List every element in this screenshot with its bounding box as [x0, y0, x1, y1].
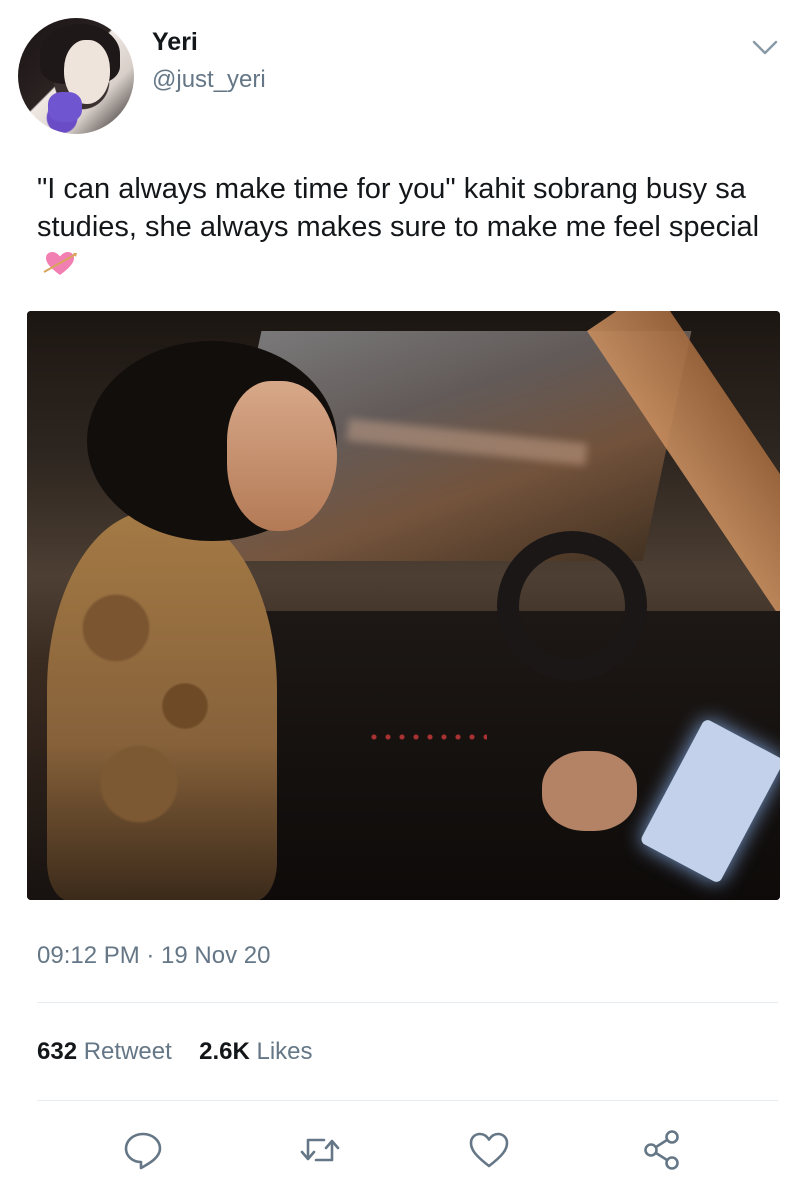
like-label[interactable]: Likes — [256, 1038, 312, 1065]
tweet-video[interactable] — [27, 311, 780, 900]
retweet-icon — [300, 1138, 340, 1162]
author-handle[interactable]: @just_yeri — [152, 66, 266, 94]
share-icon — [644, 1130, 679, 1170]
reply-button[interactable] — [119, 1126, 167, 1174]
divider — [37, 1100, 778, 1101]
chevron-down-icon[interactable] — [750, 32, 780, 62]
like-count[interactable]: 2.6K — [199, 1038, 250, 1065]
tweet-header: Yeri @just_yeri — [18, 18, 788, 138]
like-button[interactable] — [465, 1126, 513, 1174]
share-button[interactable] — [638, 1126, 686, 1174]
tweet-timestamp[interactable]: 09:12 PM · 19 Nov 20 — [37, 942, 270, 970]
comment-icon — [124, 1132, 162, 1170]
tweet-text: "I can always make time for you" kahit s… — [37, 170, 777, 284]
author-avatar[interactable] — [18, 18, 134, 134]
retweet-button[interactable] — [296, 1126, 344, 1174]
action-bar — [0, 1126, 806, 1186]
heart-with-arrow-icon — [43, 250, 77, 278]
tweet-body: "I can always make time for you" kahit s… — [37, 173, 760, 243]
video-dash-lights — [367, 731, 487, 743]
video-person — [47, 511, 277, 900]
divider — [37, 1002, 778, 1003]
author-name[interactable]: Yeri — [152, 28, 198, 57]
heart-icon — [469, 1132, 509, 1168]
tweet-stats: 632 Retweet 2.6K Likes — [37, 1038, 313, 1066]
video-hand — [542, 751, 637, 831]
retweet-label[interactable]: Retweet — [84, 1038, 172, 1065]
video-face — [227, 381, 337, 531]
retweet-count[interactable]: 632 — [37, 1038, 77, 1065]
video-steering-wheel — [497, 531, 647, 681]
avatar-hand — [48, 92, 82, 122]
